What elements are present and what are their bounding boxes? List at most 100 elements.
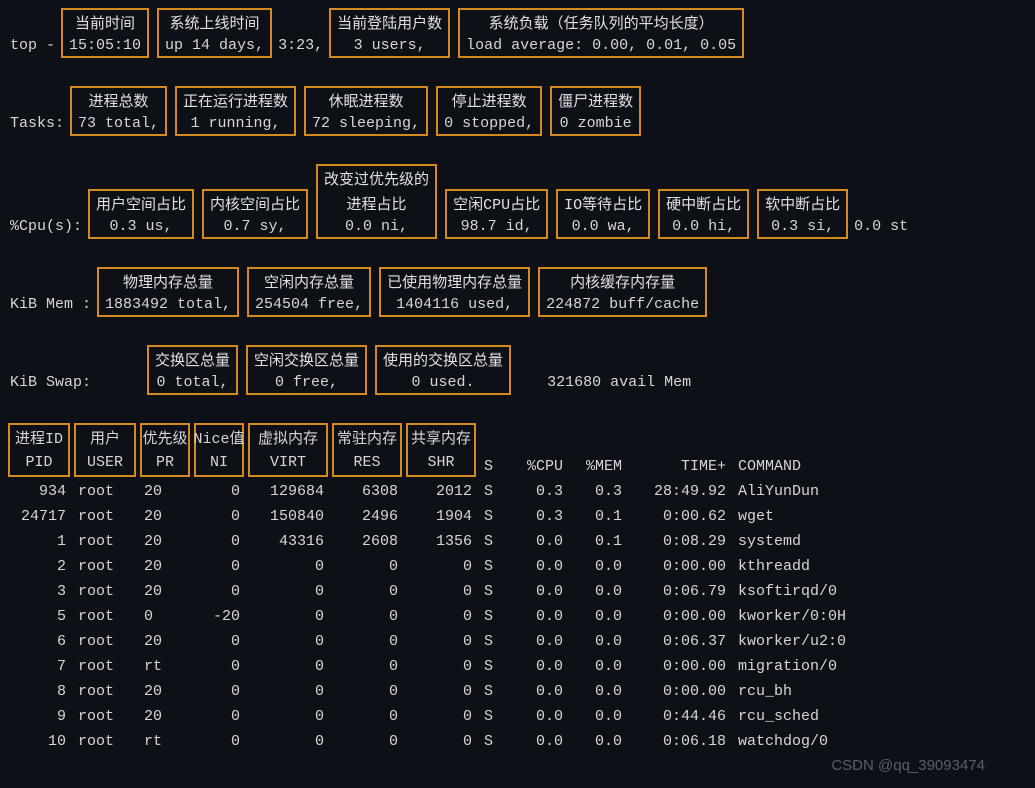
cpu-sy-box: 内核空间占比 0.7 sy, — [202, 189, 308, 239]
cell-pr: 20 — [140, 481, 190, 502]
cell-mem: 0.1 — [571, 531, 626, 552]
cell-pid: 2 — [8, 556, 70, 577]
cell-shr: 2012 — [406, 481, 476, 502]
cell-time: 0:06.79 — [630, 581, 730, 602]
swap-avail: 321680 avail Mem — [545, 370, 693, 395]
current-time-value: 15:05:10 — [69, 37, 141, 54]
cell-res: 0 — [332, 581, 402, 602]
cell-shr: 0 — [406, 556, 476, 577]
cell-pid: 24717 — [8, 506, 70, 527]
cell-shr: 0 — [406, 731, 476, 752]
cell-ni: 0 — [194, 531, 244, 552]
cell-time: 0:00.00 — [630, 556, 730, 577]
cell-pr: 20 — [140, 531, 190, 552]
cell-mem: 0.0 — [571, 581, 626, 602]
cell-mem: 0.0 — [571, 656, 626, 677]
cell-user: root — [74, 731, 136, 752]
cell-ni: 0 — [194, 506, 244, 527]
cpu-id-box: 空闲CPU占比 98.7 id, — [445, 189, 548, 239]
process-table: 进程IDPID 用户USER 优先级PR Nice值NI 虚拟内存VIRT 常驻… — [8, 423, 1027, 752]
cell-pr: 0 — [140, 606, 190, 627]
cell-time: 0:44.46 — [630, 706, 730, 727]
cell-s: S — [480, 681, 508, 702]
header-s: S — [480, 456, 508, 477]
table-row: 934root20012968463082012S0.30.328:49.92A… — [8, 481, 1027, 502]
cell-mem: 0.3 — [571, 481, 626, 502]
cell-cmd: rcu_sched — [734, 706, 934, 727]
header-pr: 优先级PR — [140, 423, 190, 477]
cell-cpu: 0.3 — [512, 506, 567, 527]
cell-res: 0 — [332, 731, 402, 752]
cell-virt: 0 — [248, 656, 328, 677]
cell-res: 0 — [332, 631, 402, 652]
table-row: 1root2004331626081356S0.00.10:08.29syste… — [8, 531, 1027, 552]
cell-mem: 0.0 — [571, 631, 626, 652]
header-command: COMMAND — [734, 456, 934, 477]
swap-free-box: 空闲交换区总量 0 free, — [246, 345, 367, 395]
cell-shr: 0 — [406, 706, 476, 727]
cell-shr: 0 — [406, 681, 476, 702]
load-label: 系统负载（任务队列的平均长度） — [489, 12, 714, 33]
cell-mem: 0.0 — [571, 731, 626, 752]
cell-res: 0 — [332, 656, 402, 677]
cell-s: S — [480, 556, 508, 577]
cpu-st-value: 0.0 st — [852, 214, 910, 239]
users-box: 当前登陆用户数 3 users, — [329, 8, 450, 58]
cell-mem: 0.0 — [571, 681, 626, 702]
top-summary-line: top - 当前时间 15:05:10 系统上线时间 up 14 days, 3… — [8, 8, 1027, 58]
header-mem: %MEM — [571, 456, 626, 477]
cell-cpu: 0.0 — [512, 656, 567, 677]
cell-s: S — [480, 606, 508, 627]
cell-user: root — [74, 706, 136, 727]
cell-res: 2496 — [332, 506, 402, 527]
swap-total-box: 交换区总量 0 total, — [147, 345, 238, 395]
cell-time: 0:00.00 — [630, 606, 730, 627]
users-value: 3 users, — [354, 37, 426, 54]
cpu-ni-box: 改变过优先级的 进程占比 0.0 ni, — [316, 164, 437, 239]
cell-ni: -20 — [194, 606, 244, 627]
cell-time: 28:49.92 — [630, 481, 730, 502]
cell-pid: 10 — [8, 731, 70, 752]
cell-user: root — [74, 506, 136, 527]
cell-ni: 0 — [194, 631, 244, 652]
current-time-label: 当前时间 — [75, 12, 135, 33]
table-row: 9root200000S0.00.00:44.46rcu_sched — [8, 706, 1027, 727]
mem-prefix: KiB Mem : — [8, 292, 93, 317]
cell-virt: 0 — [248, 706, 328, 727]
cell-ni: 0 — [194, 481, 244, 502]
cell-pr: 20 — [140, 506, 190, 527]
cell-cmd: rcu_bh — [734, 681, 934, 702]
header-time: TIME+ — [630, 456, 730, 477]
cell-s: S — [480, 581, 508, 602]
swap-prefix: KiB Swap: — [8, 370, 93, 395]
cell-shr: 0 — [406, 606, 476, 627]
cell-pid: 9 — [8, 706, 70, 727]
cell-virt: 129684 — [248, 481, 328, 502]
mem-line: KiB Mem : 物理内存总量 1883492 total, 空闲内存总量 2… — [8, 267, 1027, 317]
tasks-prefix: Tasks: — [8, 111, 66, 136]
swap-used-box: 使用的交换区总量 0 used. — [375, 345, 511, 395]
cell-virt: 0 — [248, 606, 328, 627]
cell-pr: 20 — [140, 581, 190, 602]
cell-cmd: systemd — [734, 531, 934, 552]
cell-pr: 20 — [140, 556, 190, 577]
cell-shr: 1356 — [406, 531, 476, 552]
top-prefix: top - — [8, 33, 57, 58]
cell-pid: 1 — [8, 531, 70, 552]
cell-s: S — [480, 481, 508, 502]
cell-user: root — [74, 656, 136, 677]
cell-pr: rt — [140, 731, 190, 752]
tasks-sleeping-box: 休眠进程数 72 sleeping, — [304, 86, 428, 136]
table-row: 3root200000S0.00.00:06.79ksoftirqd/0 — [8, 581, 1027, 602]
cell-time: 0:00.00 — [630, 656, 730, 677]
cell-cmd: wget — [734, 506, 934, 527]
cell-virt: 150840 — [248, 506, 328, 527]
cell-cmd: ksoftirqd/0 — [734, 581, 934, 602]
cell-cmd: watchdog/0 — [734, 731, 934, 752]
cell-ni: 0 — [194, 731, 244, 752]
table-row: 6root200000S0.00.00:06.37kworker/u2:0 — [8, 631, 1027, 652]
uptime-extra: 3:23, — [276, 33, 325, 58]
load-value: load average: 0.00, 0.01, 0.05 — [466, 37, 736, 54]
cell-pr: 20 — [140, 681, 190, 702]
mem-used-box: 已使用物理内存总量 1404116 used, — [379, 267, 530, 317]
